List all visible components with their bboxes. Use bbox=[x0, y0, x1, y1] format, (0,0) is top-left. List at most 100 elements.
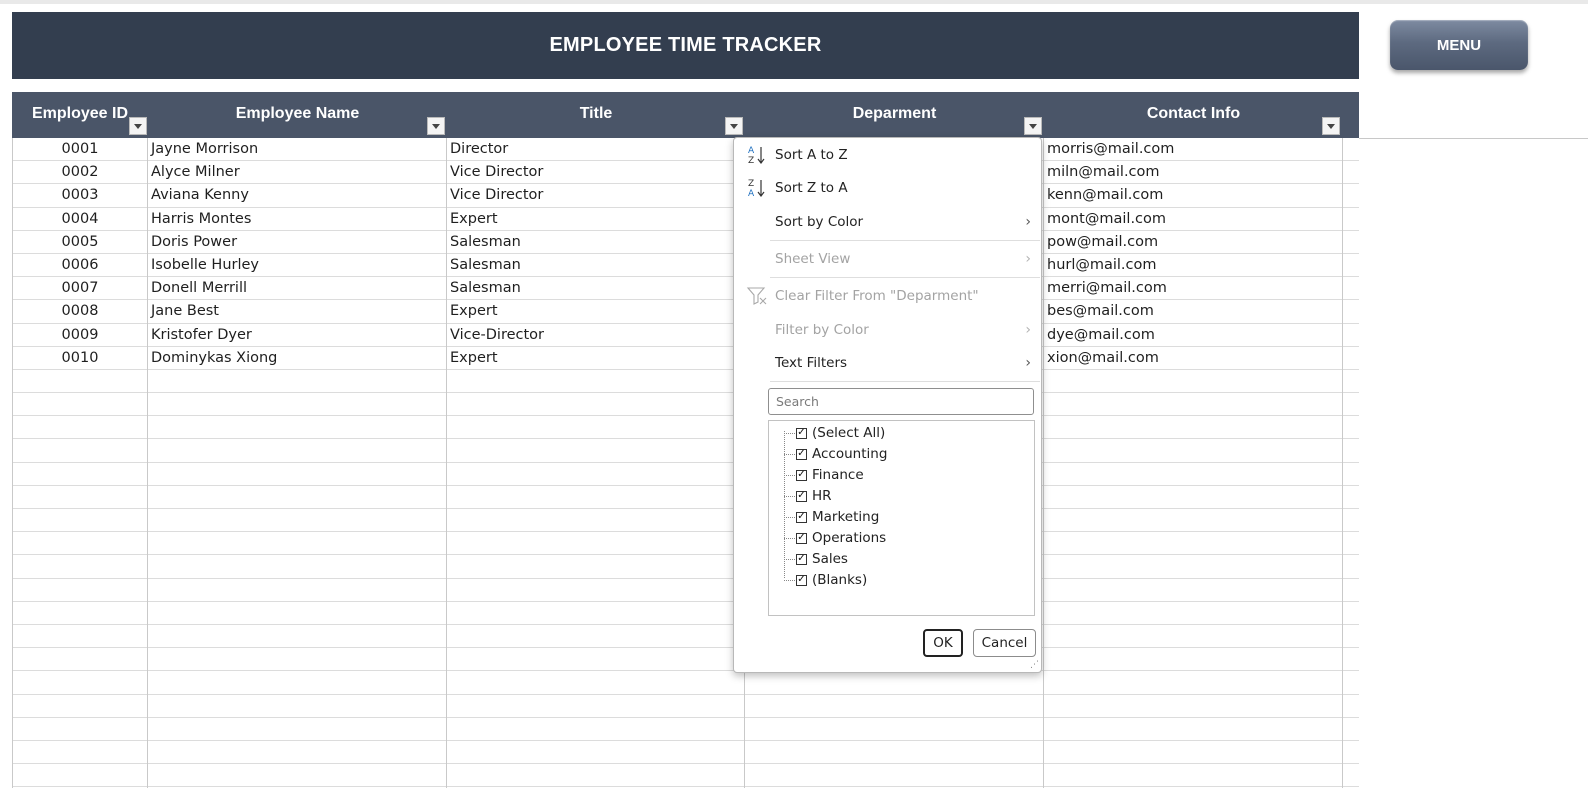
cell-department[interactable] bbox=[748, 741, 1038, 763]
sort-a-to-z-item[interactable]: A Z Sort A to Z bbox=[734, 140, 1041, 170]
cell-department[interactable] bbox=[748, 718, 1038, 740]
cell-department[interactable] bbox=[748, 671, 1038, 693]
cell-department[interactable] bbox=[748, 695, 1038, 717]
cell-title[interactable] bbox=[450, 764, 740, 786]
cell-employee-id[interactable]: 0002 bbox=[12, 161, 148, 183]
cell-employee-id[interactable] bbox=[12, 741, 148, 763]
cell-employee-name[interactable]: Harris Montes bbox=[151, 208, 441, 230]
cell-title[interactable] bbox=[450, 486, 740, 508]
text-filters-item[interactable]: Text Filters › bbox=[734, 348, 1041, 378]
filter-list-item[interactable]: ✓ Finance bbox=[769, 465, 1029, 485]
cell-employee-name[interactable]: Doris Power bbox=[151, 231, 441, 253]
menu-button[interactable]: MENU bbox=[1390, 20, 1528, 70]
cell-title[interactable] bbox=[450, 718, 740, 740]
cell-employee-id[interactable]: 0001 bbox=[12, 138, 148, 160]
cell-employee-name[interactable] bbox=[151, 416, 441, 438]
cell-title[interactable] bbox=[450, 741, 740, 763]
cell-contact-info[interactable]: mont@mail.com bbox=[1047, 208, 1337, 230]
cell-employee-id[interactable]: 0003 bbox=[12, 184, 148, 206]
cell-employee-id[interactable] bbox=[12, 509, 148, 531]
filter-list-item[interactable]: ✓ (Select All) bbox=[769, 423, 1029, 443]
cell-employee-id[interactable]: 0004 bbox=[12, 208, 148, 230]
checkbox-checked-icon[interactable]: ✓ bbox=[796, 532, 807, 544]
cell-contact-info[interactable] bbox=[1047, 671, 1337, 693]
sort-z-to-a-item[interactable]: Z A Sort Z to A bbox=[734, 173, 1041, 203]
cell-contact-info[interactable]: bes@mail.com bbox=[1047, 300, 1337, 322]
cell-employee-id[interactable]: 0010 bbox=[12, 347, 148, 369]
cell-contact-info[interactable]: pow@mail.com bbox=[1047, 231, 1337, 253]
filter-list-item[interactable]: ✓ HR bbox=[769, 486, 1029, 506]
cell-contact-info[interactable] bbox=[1047, 439, 1337, 461]
cell-contact-info[interactable] bbox=[1047, 393, 1337, 415]
filter-list-item[interactable]: ✓ Operations bbox=[769, 528, 1029, 548]
cell-title[interactable] bbox=[450, 439, 740, 461]
cell-employee-name[interactable] bbox=[151, 509, 441, 531]
cell-contact-info[interactable]: kenn@mail.com bbox=[1047, 184, 1337, 206]
cell-title[interactable] bbox=[450, 393, 740, 415]
filter-dropdown-contact-info[interactable] bbox=[1322, 117, 1340, 135]
ok-button[interactable]: OK bbox=[923, 629, 963, 657]
checkbox-checked-icon[interactable]: ✓ bbox=[796, 553, 807, 565]
cell-employee-id[interactable] bbox=[12, 486, 148, 508]
cell-contact-info[interactable]: miln@mail.com bbox=[1047, 161, 1337, 183]
checkbox-checked-icon[interactable]: ✓ bbox=[796, 490, 807, 502]
cell-title[interactable] bbox=[450, 370, 740, 392]
cell-employee-id[interactable] bbox=[12, 439, 148, 461]
cell-contact-info[interactable]: hurl@mail.com bbox=[1047, 254, 1337, 276]
cell-employee-id[interactable] bbox=[12, 370, 148, 392]
cell-employee-name[interactable] bbox=[151, 648, 441, 670]
cell-employee-name[interactable]: Jayne Morrison bbox=[151, 138, 441, 160]
cell-employee-id[interactable] bbox=[12, 718, 148, 740]
cell-contact-info[interactable] bbox=[1047, 718, 1337, 740]
filter-dropdown-title[interactable] bbox=[725, 117, 743, 135]
cell-title[interactable]: Salesman bbox=[450, 277, 740, 299]
cell-title[interactable]: Expert bbox=[450, 208, 740, 230]
checkbox-checked-icon[interactable]: ✓ bbox=[796, 511, 807, 523]
cell-contact-info[interactable] bbox=[1047, 509, 1337, 531]
cell-contact-info[interactable] bbox=[1047, 695, 1337, 717]
filter-list-item[interactable]: ✓ (Blanks) bbox=[769, 570, 1029, 590]
filter-dropdown-employee-id[interactable] bbox=[129, 117, 147, 135]
cell-employee-name[interactable] bbox=[151, 671, 441, 693]
cell-employee-id[interactable]: 0006 bbox=[12, 254, 148, 276]
cell-contact-info[interactable] bbox=[1047, 370, 1337, 392]
checkbox-checked-icon[interactable]: ✓ bbox=[796, 469, 807, 481]
cell-contact-info[interactable]: morris@mail.com bbox=[1047, 138, 1337, 160]
cell-contact-info[interactable] bbox=[1047, 602, 1337, 624]
cell-title[interactable] bbox=[450, 602, 740, 624]
cell-contact-info[interactable] bbox=[1047, 648, 1337, 670]
cell-employee-name[interactable]: Jane Best bbox=[151, 300, 441, 322]
cell-title[interactable] bbox=[450, 463, 740, 485]
cell-employee-id[interactable] bbox=[12, 764, 148, 786]
cell-contact-info[interactable]: merri@mail.com bbox=[1047, 277, 1337, 299]
cell-employee-name[interactable] bbox=[151, 625, 441, 647]
cell-contact-info[interactable] bbox=[1047, 579, 1337, 601]
filter-list-item[interactable]: ✓ Marketing bbox=[769, 507, 1029, 527]
cell-employee-name[interactable] bbox=[151, 602, 441, 624]
cell-title[interactable] bbox=[450, 625, 740, 647]
cell-contact-info[interactable] bbox=[1047, 625, 1337, 647]
cancel-button[interactable]: Cancel bbox=[973, 629, 1036, 657]
checkbox-checked-icon[interactable]: ✓ bbox=[796, 427, 807, 439]
cell-title[interactable]: Director bbox=[450, 138, 740, 160]
cell-title[interactable]: Vice-Director bbox=[450, 324, 740, 346]
cell-employee-id[interactable] bbox=[12, 532, 148, 554]
cell-title[interactable]: Vice Director bbox=[450, 184, 740, 206]
cell-employee-name[interactable] bbox=[151, 718, 441, 740]
cell-department[interactable] bbox=[748, 764, 1038, 786]
cell-title[interactable]: Vice Director bbox=[450, 161, 740, 183]
cell-employee-name[interactable]: Dominykas Xiong bbox=[151, 347, 441, 369]
cell-employee-name[interactable] bbox=[151, 532, 441, 554]
cell-contact-info[interactable]: dye@mail.com bbox=[1047, 324, 1337, 346]
cell-contact-info[interactable] bbox=[1047, 741, 1337, 763]
cell-employee-name[interactable]: Isobelle Hurley bbox=[151, 254, 441, 276]
cell-employee-name[interactable] bbox=[151, 486, 441, 508]
cell-title[interactable]: Salesman bbox=[450, 231, 740, 253]
cell-contact-info[interactable] bbox=[1047, 486, 1337, 508]
cell-employee-id[interactable] bbox=[12, 555, 148, 577]
resize-grip-icon[interactable]: ⋰ bbox=[1030, 660, 1039, 670]
cell-employee-id[interactable] bbox=[12, 463, 148, 485]
filter-dropdown-employee-name[interactable] bbox=[427, 117, 445, 135]
cell-employee-name[interactable] bbox=[151, 463, 441, 485]
cell-employee-id[interactable] bbox=[12, 579, 148, 601]
